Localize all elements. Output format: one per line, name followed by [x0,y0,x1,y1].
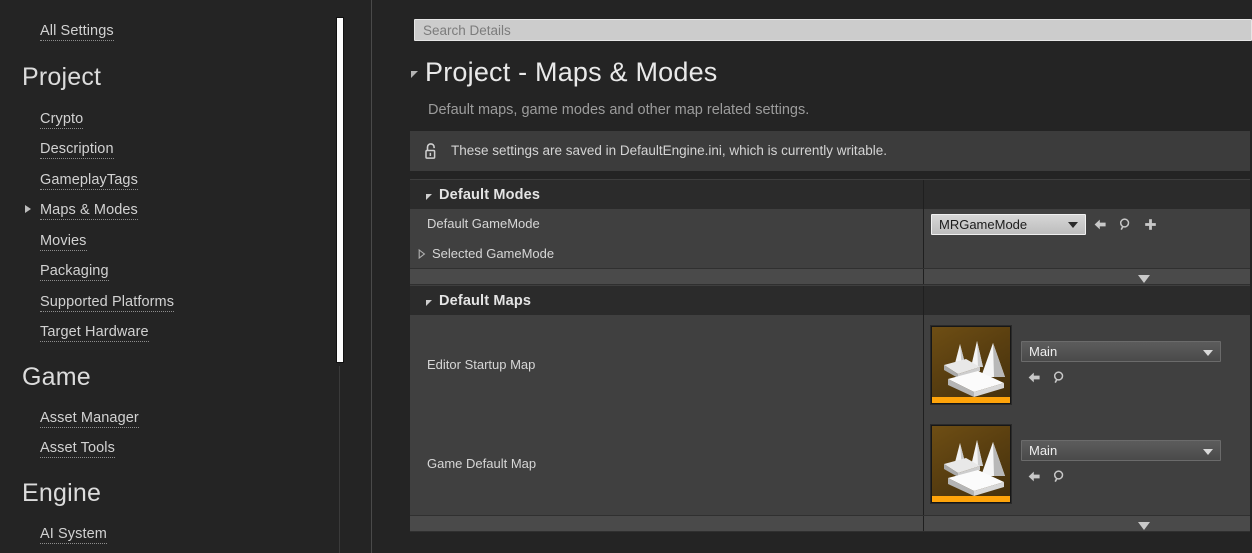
info-bar-text: These settings are saved in DefaultEngin… [451,143,887,158]
section-title: Default Maps [439,292,532,309]
row-value-cell: Main [923,325,1250,404]
thumbnail-accent-bar [932,495,1010,502]
sidebar-item-maps-and-modes[interactable]: Maps & Modes [40,202,138,220]
unlock-icon[interactable] [423,142,440,161]
column-divider [923,286,924,316]
sidebar-item-label: Description [40,141,114,159]
table-row: Editor Startup Map Main [410,315,1250,414]
sidebar-scrollbar-rail [339,366,340,553]
settings-writable-info-bar: These settings are saved in DefaultEngin… [410,131,1250,171]
browse-magnifier-icon[interactable] [1048,366,1070,388]
sidebar-item-asset-manager[interactable]: Asset Manager [40,410,139,428]
default-gamemode-dropdown[interactable]: MRGameMode [931,213,1086,235]
sidebar-item-label: Maps & Modes [40,202,138,220]
chevron-down-icon [1068,222,1078,228]
sidebar-item-asset-tools[interactable]: Asset Tools [40,440,115,458]
reset-arrow-icon[interactable] [1023,366,1045,388]
section-header-default-maps[interactable]: Default Maps [410,285,1250,316]
plus-icon[interactable] [1139,213,1161,235]
property-label: Editor Startup Map [427,356,536,372]
sidebar-item-crypto[interactable]: Crypto [40,111,84,129]
sidebar-group-game: Game [22,363,91,391]
sidebar-item-label: Crypto [40,111,84,129]
show-more-button[interactable] [1135,519,1153,530]
sidebar-item-label: Packaging [40,263,109,281]
sidebar-item-label: Supported Platforms [40,294,175,312]
chevron-right-icon[interactable] [418,248,426,259]
editor-startup-map-dropdown[interactable]: Main [1021,341,1221,362]
browse-magnifier-icon[interactable] [1114,213,1136,235]
details-panel: Project - Maps & Modes Default maps, gam… [378,0,1252,553]
reset-arrow-icon[interactable] [1023,465,1045,487]
level-thumbnail[interactable] [931,424,1011,503]
chevron-down-icon [426,299,432,306]
sidebar-item-ai-system[interactable]: AI System [40,526,107,544]
show-more-strip-1 [410,268,1250,285]
chevron-down-icon [426,193,432,200]
section-body-default-maps: Editor Startup Map Main Game Default Map… [410,315,1250,515]
row-value-cell: MRGameMode [923,213,1250,235]
dropdown-selected-value: Main [1029,344,1058,359]
sidebar-scrollbar-thumb[interactable] [336,17,344,363]
row-label-cell: Game Default Map [410,456,923,472]
row-value-cell: Main [923,424,1250,503]
property-label: Game Default Map [427,455,537,471]
settings-sidebar: All Settings Project Crypto Description … [0,0,378,553]
sidebar-item-label: All Settings [40,23,114,41]
project-settings-window: All Settings Project Crypto Description … [0,0,1252,553]
sidebar-item-description[interactable]: Description [40,141,114,159]
table-row: Selected GameMode [410,239,1250,268]
thumbnail-accent-bar [932,396,1010,403]
sidebar-group-project: Project [22,63,102,91]
chevron-down-icon [1203,349,1213,356]
page-subtitle: Default maps, game modes and other map r… [428,102,810,118]
show-more-strip-2 [410,515,1250,532]
table-row: Game Default Map Main [410,414,1250,513]
sidebar-item-label: AI System [40,526,107,544]
section-title: Default Modes [439,186,541,203]
sidebar-group-engine: Engine [22,479,102,507]
asset-picker-controls: Main [1021,341,1221,388]
row-label-cell: Selected GameMode [410,246,923,262]
table-row: Default GameMode MRGameMode [410,209,1250,239]
sidebar-item-target-hardware[interactable]: Target Hardware [40,324,149,342]
sidebar-item-supported-platforms[interactable]: Supported Platforms [40,294,175,312]
asset-icon-row [1023,366,1221,388]
properties-table: Default Modes Default GameMode MRGameMod… [410,179,1250,532]
column-divider [923,516,924,531]
page-title-row: Project - Maps & Modes [411,55,718,89]
asset-picker-controls: Main [1021,440,1221,487]
sidebar-item-packaging[interactable]: Packaging [40,263,109,281]
sidebar-item-label: Asset Manager [40,410,139,428]
asset-icon-row [1023,465,1221,487]
section-header-default-modes[interactable]: Default Modes [410,179,1250,210]
search-input[interactable] [414,19,1252,41]
property-label: Selected GameMode [432,245,555,261]
chevron-down-icon [1203,448,1213,455]
page-title: Project - Maps & Modes [425,57,718,87]
property-label: Default GameMode [427,216,540,231]
reset-arrow-icon[interactable] [1089,213,1111,235]
row-label-cell: Default GameMode [410,216,923,232]
column-divider [923,269,924,284]
sidebar-item-label: Asset Tools [40,440,115,458]
browse-magnifier-icon[interactable] [1048,465,1070,487]
sidebar-item-all-settings[interactable]: All Settings [40,23,114,41]
column-divider [923,180,924,210]
sidebar-item-movies[interactable]: Movies [40,233,87,251]
chevron-down-icon[interactable] [411,70,418,78]
dropdown-selected-value: MRGameMode [939,216,1028,232]
panel-divider [371,0,372,553]
sidebar-item-label: Movies [40,233,87,251]
section-body-default-modes: Default GameMode MRGameMode Selected Gam… [410,209,1250,268]
row-label-cell: Editor Startup Map [410,357,923,373]
show-more-button[interactable] [1135,272,1153,283]
sidebar-item-gameplaytags[interactable]: GameplayTags [40,172,138,190]
level-thumbnail[interactable] [931,325,1011,404]
sidebar-item-label: GameplayTags [40,172,138,190]
game-default-map-dropdown[interactable]: Main [1021,440,1221,461]
chevron-right-icon[interactable] [25,205,31,213]
sidebar-item-label: Target Hardware [40,324,149,342]
dropdown-selected-value: Main [1029,443,1058,458]
